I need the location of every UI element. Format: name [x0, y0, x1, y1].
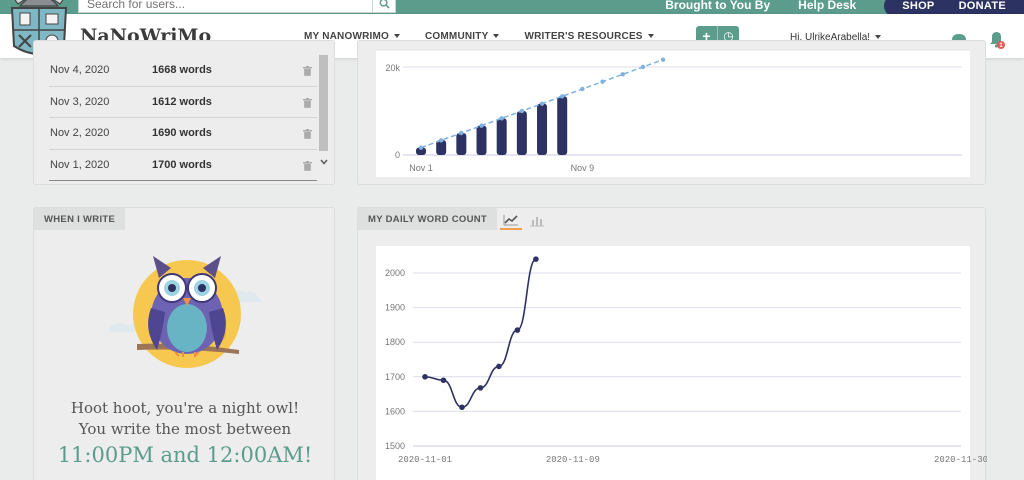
y-tick-label: 1600 — [385, 406, 405, 416]
help-desk-link[interactable]: Help Desk — [798, 0, 856, 12]
y-tick-label: 0 — [395, 150, 400, 160]
y-tick-label: 1900 — [385, 303, 405, 313]
cumulative-word-chart: 20k0Nov 1Nov 9Nov 30 — [376, 51, 970, 177]
when-i-write-card: WHEN I WRITE Hoot hoot, you're a night o… — [33, 207, 335, 480]
entry-date: Nov 2, 2020 — [50, 127, 110, 140]
trash-icon[interactable] — [303, 97, 312, 108]
night-owl-illustration — [109, 256, 263, 368]
bar-nov-8 — [557, 96, 568, 155]
top-utility-bar: Brought to You By Help Desk SHOP DONATE — [0, 0, 1024, 17]
data-point-2020-11-01 — [422, 374, 428, 380]
tab-line-chart[interactable] — [500, 212, 522, 230]
entry-words: 1690 words — [152, 127, 212, 140]
data-point-2020-11-04 — [477, 385, 484, 391]
bell-icon[interactable]: 1 — [988, 30, 1006, 50]
x-tick-label: 2020-11-01 — [398, 455, 452, 465]
list-item: Nov 1, 2020 1700 words — [49, 150, 317, 181]
y-tick-label: 1800 — [385, 337, 405, 347]
entry-date: Nov 3, 2020 — [50, 95, 110, 108]
y-tick-label: 2000 — [385, 268, 405, 278]
goal-point — [438, 138, 444, 143]
data-point-2020-11-07 — [533, 256, 539, 262]
goal-point — [600, 79, 605, 84]
trash-icon[interactable] — [303, 66, 312, 76]
search-icon — [379, 0, 390, 9]
top-links: Brought to You By Help Desk SHOP DONATE — [665, 0, 1024, 17]
y-tick-label: 1700 — [385, 372, 405, 382]
entry-words: 1668 words — [152, 64, 212, 77]
shop-link[interactable]: SHOP — [902, 0, 934, 12]
chevron-down-icon — [394, 34, 400, 39]
bar-chart-icon — [530, 217, 544, 227]
entry-words: 1700 words — [152, 158, 212, 171]
cumulative-progress-card: 20k0Nov 1Nov 9Nov 30 — [357, 40, 986, 185]
y-tick-label: 20k — [385, 63, 400, 73]
scroll-down-icon[interactable] — [320, 159, 328, 165]
chevron-down-icon — [493, 34, 500, 39]
goal-point — [580, 86, 585, 92]
search-button[interactable] — [372, 0, 396, 13]
bar-nov-3 — [456, 132, 467, 155]
list-scrollbar[interactable] — [318, 55, 330, 171]
card-title: WHEN I WRITE — [34, 208, 126, 230]
x-tick-label: 2020-11-30 — [934, 455, 987, 465]
card-title: MY DAILY WORD COUNT — [358, 208, 498, 230]
chart-plot-area — [376, 246, 970, 480]
donate-link[interactable]: DONATE — [959, 0, 1006, 12]
goal-point — [640, 64, 646, 70]
goal-point — [620, 72, 625, 77]
trash-icon[interactable] — [303, 160, 312, 171]
data-point-2020-11-05 — [496, 363, 502, 370]
bar-nov-5 — [496, 118, 507, 155]
goal-point — [660, 57, 666, 62]
entry-date: Nov 4, 2020 — [50, 64, 110, 77]
goal-point — [479, 123, 484, 128]
data-point-2020-11-03 — [459, 404, 465, 411]
goal-point — [560, 94, 565, 99]
scrollbar-thumb[interactable] — [319, 55, 328, 151]
data-point-2020-11-02 — [440, 377, 447, 384]
goal-point — [539, 101, 545, 106]
chevron-down-icon — [875, 35, 882, 40]
user-search — [78, 0, 396, 13]
list-item: Nov 4, 2020 1668 words — [49, 55, 317, 87]
list-item: Nov 2, 2020 1690 words — [49, 118, 317, 150]
goal-point — [418, 145, 424, 150]
tab-bar-chart[interactable] — [526, 212, 548, 230]
search-input[interactable] — [78, 0, 372, 13]
data-point-2020-11-06 — [514, 327, 521, 333]
goal-point — [499, 116, 504, 121]
owl-message-line1: Hoot hoot, you're a night owl! — [70, 399, 300, 417]
daily-word-chart: 1500 1600 1700 1800 1900 2000 2020-11-01 2020-1… — [376, 246, 987, 480]
peak-writing-time: 11:00PM and 12:00AM! — [57, 443, 313, 467]
entry-date: Nov 1, 2020 — [50, 158, 110, 171]
bar-nov-4 — [476, 125, 487, 155]
owl-message-line2: You write the most between — [78, 420, 292, 438]
sponsors-link[interactable]: Brought to You By — [665, 0, 770, 12]
bar-nov-6 — [516, 110, 527, 155]
entry-words: 1612 words — [152, 95, 212, 108]
goal-point — [459, 130, 464, 136]
chevron-down-icon — [647, 34, 654, 39]
bar-nov-7 — [537, 103, 548, 155]
x-tick-label: Nov 9 — [571, 163, 595, 173]
line-chart-icon — [503, 215, 518, 226]
x-tick-label: Nov 1 — [409, 163, 433, 173]
trash-icon[interactable] — [303, 129, 312, 139]
word-count-list[interactable]: Nov 4, 2020 1668 words Nov 3, 2020 1612 … — [49, 55, 317, 181]
daily-word-count-card: 1500 1600 1700 1800 1900 2000 2020-11-01 2020-1… — [357, 207, 987, 480]
word-count-history-card: Nov 4, 2020 1668 words Nov 3, 2020 1612 … — [33, 40, 335, 185]
goal-point — [519, 108, 525, 114]
x-tick-label: 2020-11-09 — [546, 455, 600, 465]
chart-plot-area — [376, 51, 970, 177]
y-tick-label: 1500 — [385, 441, 405, 451]
list-item: Nov 3, 2020 1612 words — [49, 87, 317, 118]
